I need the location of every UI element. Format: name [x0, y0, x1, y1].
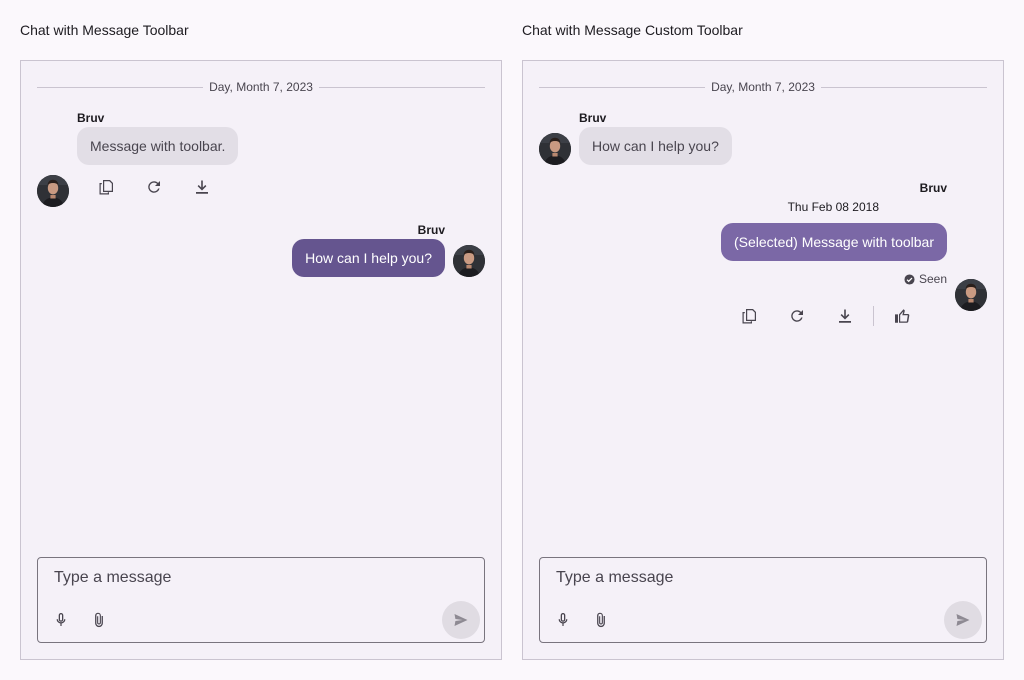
refresh-button[interactable] — [785, 304, 809, 328]
incoming-message-bubble[interactable]: Message with toolbar. — [77, 127, 239, 165]
message-input[interactable]: Type a message — [556, 569, 673, 587]
copy-icon — [98, 179, 114, 195]
message-timestamp: Thu Feb 08 2018 — [787, 200, 879, 214]
refresh-icon — [789, 308, 805, 324]
date-label: Day, Month 7, 2023 — [209, 80, 313, 94]
send-button[interactable] — [442, 601, 480, 639]
copy-icon — [741, 308, 757, 324]
outgoing-message-bubble[interactable]: How can I help you? — [292, 239, 445, 277]
user-avatar — [955, 279, 987, 311]
microphone-icon — [555, 612, 571, 628]
microphone-icon — [53, 612, 69, 628]
read-receipt: Seen — [904, 272, 947, 286]
refresh-icon — [146, 179, 162, 195]
message-composer[interactable]: Type a message — [539, 557, 987, 643]
send-icon — [453, 612, 469, 628]
selected-message-bubble[interactable]: (Selected) Message with toolbar — [721, 223, 947, 261]
copy-button[interactable] — [94, 175, 118, 199]
send-button[interactable] — [944, 601, 982, 639]
toolbar-divider — [873, 306, 874, 326]
message-sender: Bruv — [417, 223, 445, 237]
message-composer[interactable]: Type a message — [37, 557, 485, 643]
divider — [37, 86, 204, 88]
copy-button[interactable] — [737, 304, 761, 328]
divider — [820, 86, 987, 88]
divider — [318, 86, 485, 88]
attach-button[interactable] — [89, 610, 109, 630]
right-panel-title: Chat with Message Custom Toolbar — [522, 22, 743, 38]
mic-button[interactable] — [51, 610, 71, 630]
user-avatar — [453, 245, 485, 277]
sender-avatar — [539, 133, 571, 165]
message-input[interactable]: Type a message — [54, 569, 171, 587]
download-icon — [837, 308, 853, 324]
refresh-button[interactable] — [142, 175, 166, 199]
mic-button[interactable] — [553, 610, 573, 630]
download-icon — [194, 179, 210, 195]
right-chat-panel: Day, Month 7, 2023 Bruv How can I help y… — [522, 60, 1004, 660]
date-label: Day, Month 7, 2023 — [711, 80, 815, 94]
seen-label: Seen — [918, 272, 947, 286]
paperclip-icon — [91, 612, 107, 628]
thumbs-up-icon — [894, 308, 910, 324]
paperclip-icon — [593, 612, 609, 628]
left-chat-panel: Day, Month 7, 2023 Bruv Message with too… — [20, 60, 502, 660]
like-button[interactable] — [890, 304, 914, 328]
download-button[interactable] — [190, 175, 214, 199]
date-separator: Day, Month 7, 2023 — [37, 79, 485, 95]
message-sender: Bruv — [77, 111, 105, 125]
sender-avatar — [37, 175, 69, 207]
date-separator: Day, Month 7, 2023 — [539, 79, 987, 95]
message-sender: Bruv — [919, 181, 947, 195]
send-icon — [955, 612, 971, 628]
download-button[interactable] — [833, 304, 857, 328]
attach-button[interactable] — [591, 610, 611, 630]
check-circle-icon — [904, 273, 915, 285]
divider — [539, 86, 706, 88]
message-sender: Bruv — [579, 111, 607, 125]
left-panel-title: Chat with Message Toolbar — [20, 22, 189, 38]
incoming-message-bubble[interactable]: How can I help you? — [579, 127, 732, 165]
